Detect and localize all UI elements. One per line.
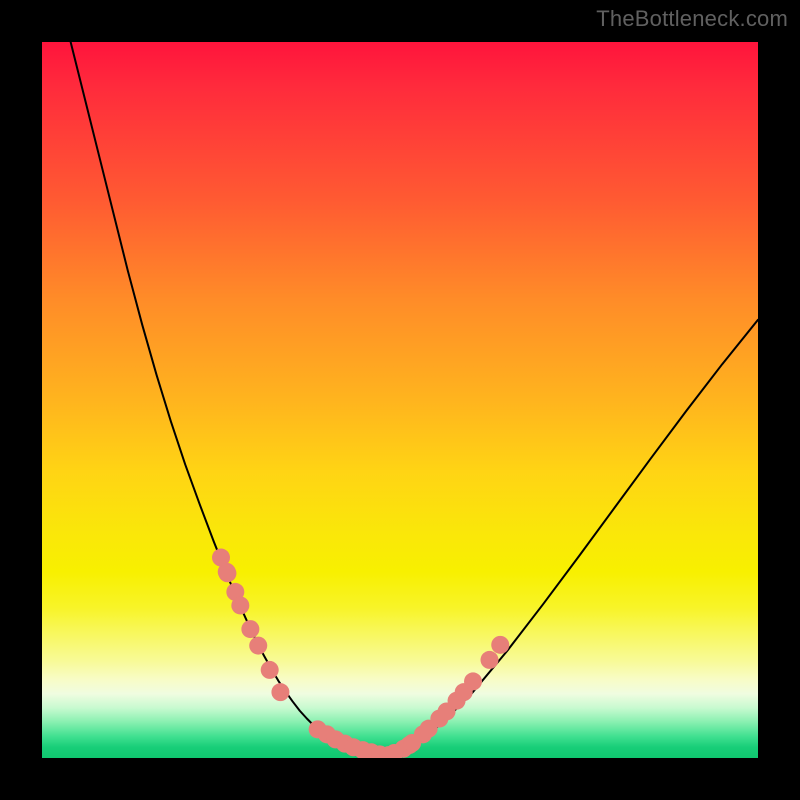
data-point	[231, 596, 249, 614]
data-point	[491, 636, 509, 654]
chart-frame: TheBottleneck.com	[0, 0, 800, 800]
chart-svg-layer	[42, 42, 758, 758]
bottleneck-curve-path	[71, 42, 758, 756]
data-point	[249, 637, 267, 655]
data-point	[481, 651, 499, 669]
points-group	[212, 549, 509, 758]
data-point	[218, 564, 236, 582]
watermark-text: TheBottleneck.com	[596, 6, 788, 32]
data-point	[241, 620, 259, 638]
curve-group	[71, 42, 758, 756]
data-point	[464, 672, 482, 690]
data-point	[271, 683, 289, 701]
data-point	[261, 661, 279, 679]
